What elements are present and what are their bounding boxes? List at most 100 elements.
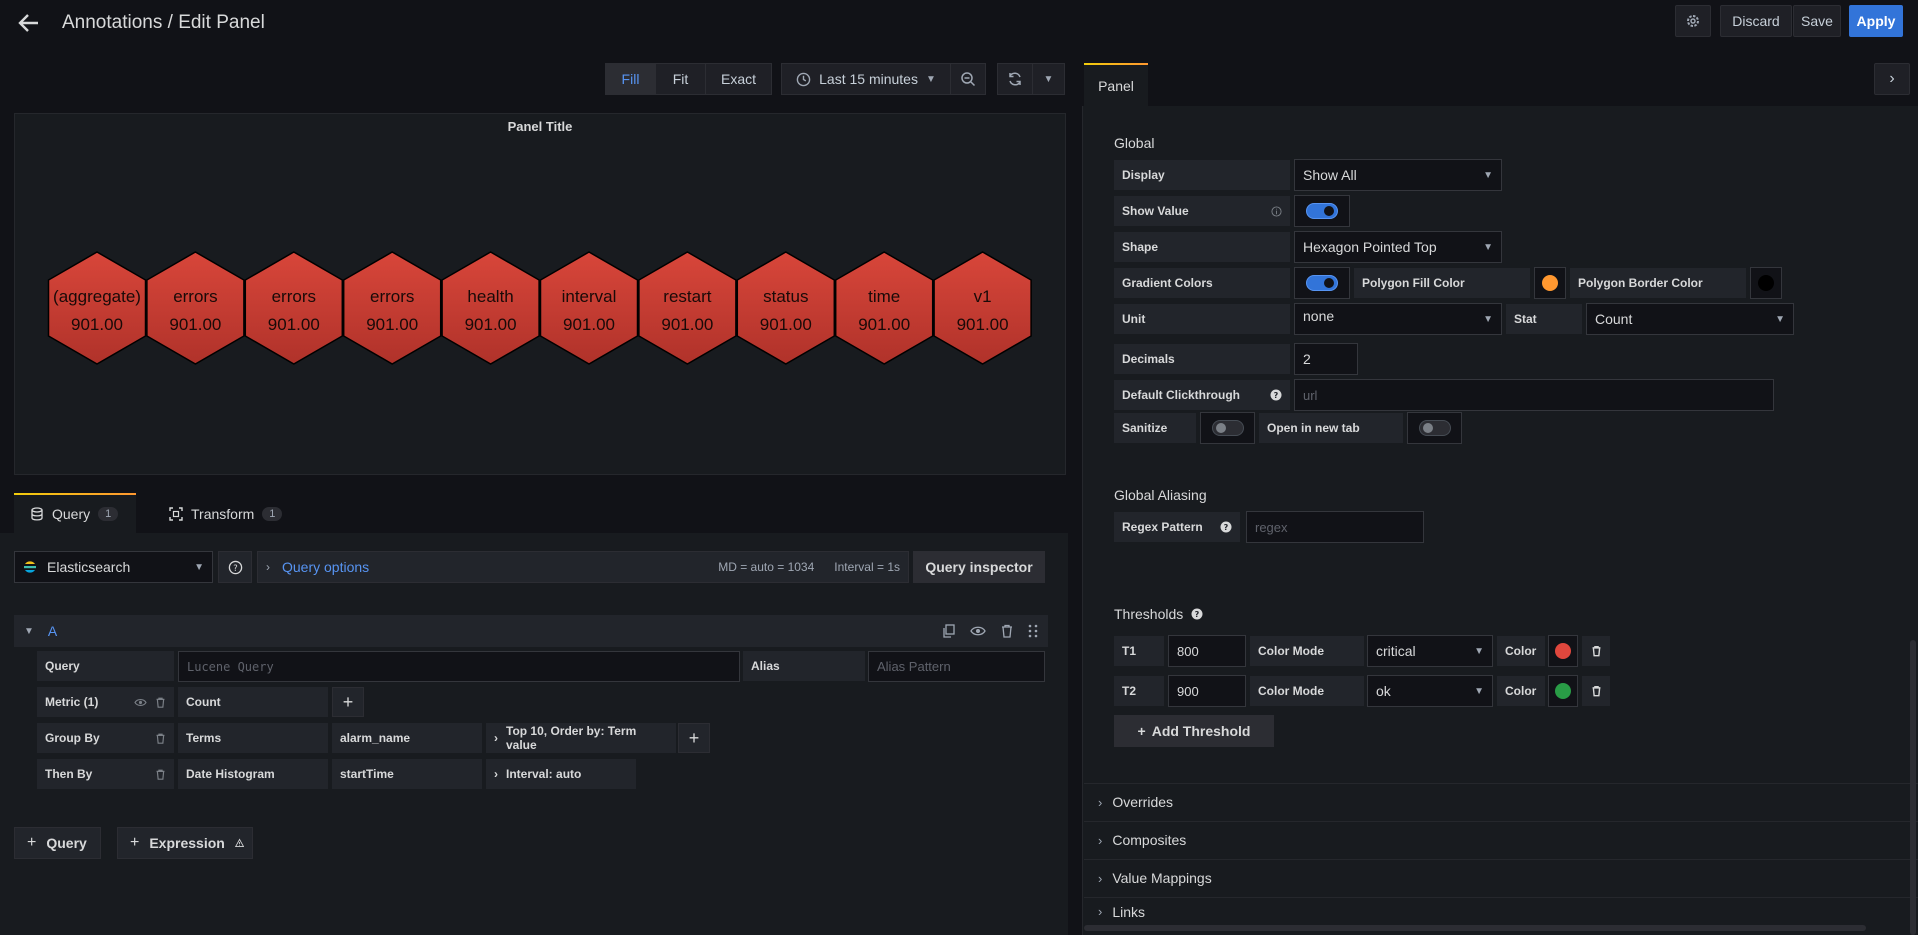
section-composites[interactable]: › Composites bbox=[1084, 821, 1918, 858]
collapse-options-button[interactable]: › bbox=[1874, 63, 1910, 95]
horizontal-scrollbar[interactable] bbox=[1084, 925, 1866, 931]
question-icon: ? bbox=[1270, 389, 1282, 401]
fill-button[interactable]: Fill bbox=[605, 63, 656, 95]
threshold-delete-button[interactable] bbox=[1582, 676, 1610, 706]
apply-button[interactable]: Apply bbox=[1849, 5, 1903, 37]
fill-color-swatch bbox=[1542, 275, 1558, 291]
hexagon-shape bbox=[933, 251, 1032, 365]
clickthrough-input[interactable]: url bbox=[1294, 379, 1774, 411]
metric-type[interactable]: Count bbox=[178, 687, 328, 717]
add-threshold-button[interactable]: + Add Threshold bbox=[1114, 715, 1274, 747]
section-value-mappings[interactable]: › Value Mappings bbox=[1084, 859, 1918, 896]
time-range-picker[interactable]: Last 15 minutes ▼ bbox=[781, 63, 951, 95]
vertical-scrollbar[interactable] bbox=[1910, 640, 1916, 935]
gradient-colors-toggle[interactable] bbox=[1294, 267, 1350, 299]
decimals-input[interactable]: 2 bbox=[1294, 343, 1358, 375]
back-arrow-icon[interactable] bbox=[18, 10, 46, 36]
border-color-swatch bbox=[1758, 275, 1774, 291]
hexagon-9[interactable]: v1 901.00 bbox=[933, 251, 1032, 365]
trash-icon[interactable] bbox=[155, 697, 166, 708]
duplicate-icon[interactable] bbox=[942, 624, 956, 638]
regex-input[interactable]: regex bbox=[1246, 511, 1424, 543]
hexagon-label: (aggregate) bbox=[53, 287, 141, 306]
clock-icon bbox=[796, 72, 811, 86]
hexagon-value: 901.00 bbox=[169, 315, 221, 334]
add-query-button[interactable]: + Query bbox=[14, 827, 101, 859]
hexagon-0[interactable]: (aggregate) 901.00 bbox=[47, 251, 147, 365]
add-expression-button[interactable]: + Expression bbox=[117, 827, 253, 859]
refresh-interval-dropdown[interactable]: ▼ bbox=[1032, 63, 1065, 95]
database-icon bbox=[31, 507, 43, 521]
then-by-row: Then By bbox=[37, 759, 174, 789]
threshold-color-mode-select[interactable]: critical ▼ bbox=[1367, 635, 1493, 667]
unit-select[interactable]: none ▼ bbox=[1294, 303, 1502, 335]
hexagon-5[interactable]: interval 901.00 bbox=[539, 251, 639, 365]
eye-icon[interactable] bbox=[134, 697, 147, 708]
hexagon-8[interactable]: time 901.00 bbox=[834, 251, 934, 365]
tab-transform[interactable]: Transform 1 bbox=[169, 495, 283, 533]
add-group-by-button[interactable]: + bbox=[678, 723, 710, 753]
refresh-button[interactable] bbox=[997, 63, 1033, 95]
shape-select[interactable]: Hexagon Pointed Top ▼ bbox=[1294, 231, 1502, 263]
group-by-options[interactable]: › Top 10, Order by: Term value bbox=[486, 723, 676, 753]
query-inspector-button[interactable]: Query inspector bbox=[913, 551, 1045, 583]
trash-icon[interactable] bbox=[1000, 624, 1014, 638]
tab-panel[interactable]: Panel bbox=[1084, 65, 1148, 106]
group-by-field[interactable]: alarm_name bbox=[332, 723, 482, 753]
group-by-type[interactable]: Terms bbox=[178, 723, 328, 753]
hexagon-2[interactable]: errors 901.00 bbox=[244, 251, 344, 365]
hexagon-6[interactable]: restart 901.00 bbox=[638, 251, 737, 365]
hexagon-1[interactable]: errors 901.00 bbox=[146, 251, 245, 365]
chevron-right-icon: › bbox=[494, 731, 498, 745]
help-button[interactable]: ? bbox=[218, 551, 252, 583]
trash-icon bbox=[1592, 645, 1600, 657]
drag-handle-icon[interactable] bbox=[1028, 624, 1038, 638]
then-by-field[interactable]: startTime bbox=[332, 759, 482, 789]
section-overrides[interactable]: › Overrides bbox=[1084, 783, 1918, 820]
discard-button[interactable]: Discard bbox=[1720, 5, 1792, 37]
threshold-color-mode-select[interactable]: ok ▼ bbox=[1367, 675, 1493, 707]
hexagon-7[interactable]: status 901.00 bbox=[736, 251, 836, 365]
hexagon-3[interactable]: errors 901.00 bbox=[342, 251, 442, 365]
trash-icon[interactable] bbox=[155, 769, 166, 780]
polygon-fill-color-picker[interactable] bbox=[1534, 267, 1566, 299]
add-metric-button[interactable]: + bbox=[332, 687, 364, 717]
show-value-label: Show Value bbox=[1122, 204, 1189, 218]
settings-button[interactable] bbox=[1675, 5, 1711, 37]
threshold-value-input[interactable]: 800 bbox=[1168, 635, 1246, 667]
alias-input[interactable]: Alias Pattern bbox=[868, 651, 1045, 682]
lucene-query-input[interactable]: Lucene Query bbox=[178, 651, 740, 682]
hexagon-label: status bbox=[763, 287, 808, 306]
hexagon-shape bbox=[47, 251, 147, 365]
fit-button[interactable]: Fit bbox=[655, 63, 706, 95]
query-options-bar[interactable]: › Query options MD = auto = 1034 Interva… bbox=[257, 551, 909, 583]
then-by-options[interactable]: › Interval: auto bbox=[486, 759, 636, 789]
open-new-tab-toggle[interactable] bbox=[1407, 412, 1462, 444]
datasource-picker[interactable]: Elasticsearch ▼ bbox=[14, 551, 213, 583]
threshold-delete-button[interactable] bbox=[1582, 636, 1610, 666]
exact-button[interactable]: Exact bbox=[705, 63, 772, 95]
collapse-icon[interactable]: ▼ bbox=[24, 626, 34, 637]
save-button[interactable]: Save bbox=[1793, 5, 1841, 37]
section-links[interactable]: › Links bbox=[1084, 897, 1918, 925]
stat-select[interactable]: Count ▼ bbox=[1586, 303, 1794, 335]
section-label: Composites bbox=[1112, 832, 1187, 848]
hexagon-shape bbox=[736, 251, 836, 365]
trash-icon[interactable] bbox=[155, 733, 166, 744]
threshold-mode-value: critical bbox=[1376, 643, 1416, 659]
polygon-border-color-picker[interactable] bbox=[1750, 267, 1782, 299]
group-by-row: Group By bbox=[37, 723, 174, 753]
threshold-color-picker[interactable] bbox=[1548, 635, 1578, 667]
show-value-toggle[interactable] bbox=[1294, 195, 1350, 227]
zoom-out-button[interactable] bbox=[950, 63, 986, 95]
display-select[interactable]: Show All ▼ bbox=[1294, 159, 1502, 191]
tab-query[interactable]: Query 1 bbox=[30, 495, 119, 533]
sanitize-toggle[interactable] bbox=[1200, 412, 1255, 444]
eye-icon[interactable] bbox=[970, 624, 986, 638]
then-by-type[interactable]: Date Histogram bbox=[178, 759, 328, 789]
refresh-icon bbox=[1009, 72, 1021, 86]
hexagon-4[interactable]: health 901.00 bbox=[441, 251, 540, 365]
threshold-value-input[interactable]: 900 bbox=[1168, 675, 1246, 707]
threshold-color-picker[interactable] bbox=[1548, 675, 1578, 707]
section-label: Overrides bbox=[1112, 794, 1174, 810]
